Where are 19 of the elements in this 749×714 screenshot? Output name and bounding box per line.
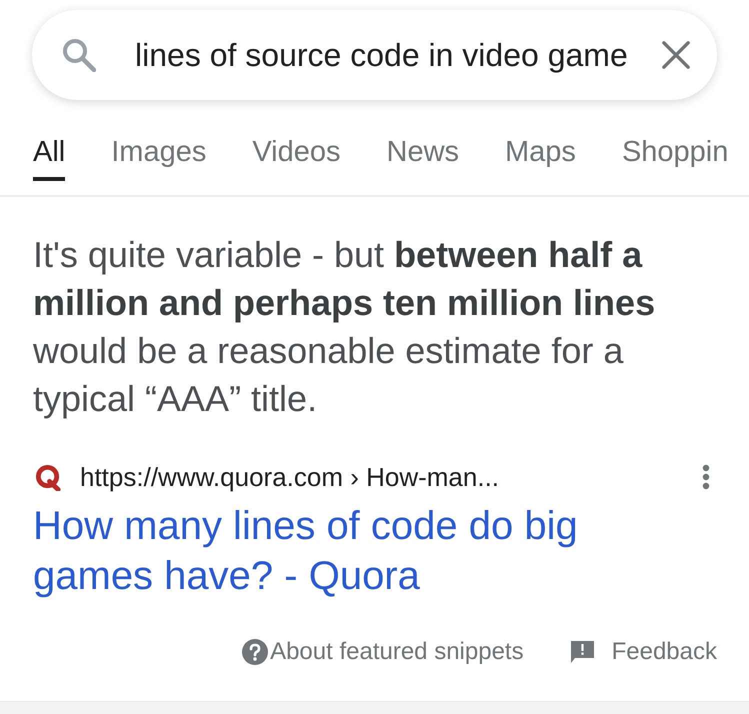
search-icon <box>62 38 96 72</box>
about-snippets-link[interactable]: About featured snippets <box>270 638 524 666</box>
feedback-link[interactable]: Feedback <box>612 638 717 666</box>
help-icon[interactable] <box>242 639 268 665</box>
search-field[interactable]: lines of source code in video game <box>32 10 717 100</box>
snippet-text: It's quite variable - but between half a million and perhaps ten million lines would be a reasonable estimate for a typical “AAA” title. <box>33 233 656 421</box>
tab[interactable]: News <box>386 137 460 181</box>
tab[interactable]: Shoppin <box>622 137 728 181</box>
source-url: https://www.quora.com › How-man... <box>80 462 500 492</box>
tab[interactable]: Maps <box>505 137 576 181</box>
site-logo-icon <box>35 464 62 490</box>
close-icon[interactable] <box>662 41 690 69</box>
result-title-link[interactable]: How many lines of code do big games have? - Quora <box>33 501 693 601</box>
tab[interactable]: Videos <box>252 137 340 181</box>
more-options-icon[interactable] <box>702 464 710 490</box>
feedback-icon[interactable] <box>570 640 595 664</box>
search-query: lines of source code in video game <box>135 36 629 74</box>
tab[interactable]: Images <box>111 137 206 181</box>
tab[interactable]: All <box>33 137 66 181</box>
